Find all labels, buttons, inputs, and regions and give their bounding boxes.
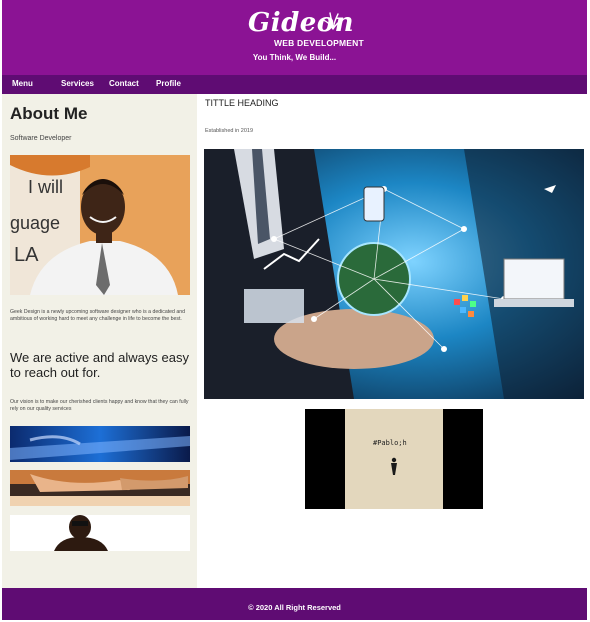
nav-item-contact[interactable]: Contact [109,79,139,88]
hero-image [204,149,584,399]
site-footer: © 2020 All Right Reserved [2,588,587,620]
svg-text:guage: guage [10,213,60,233]
profile-photo: I will guage LA [10,155,190,295]
main-heading: TITTLE HEADING [205,98,279,108]
copyright-text: © 2020 All Right Reserved [248,603,341,612]
video-frame: #Pablo;h [345,409,443,509]
about-title: About Me [10,104,88,123]
person-figure-icon [391,457,397,475]
site-logo[interactable]: Gideon WEB DEVELOPMENT [240,8,364,50]
nav-item-menu[interactable]: Menu [12,79,33,88]
thumbnail-keyboard [10,426,190,462]
about-description: Geek Design is a newly upcoming software… [10,309,186,322]
nav-item-profile[interactable]: Profile [156,79,181,88]
logo-subtitle: WEB DEVELOPMENT [274,38,364,48]
active-statement: We are active and always easy to reach o… [10,350,189,380]
svg-text:I will: I will [28,177,63,197]
vision-statement: Our vision is to make our cherished clie… [10,399,189,412]
page-frame: Gideon WEB DEVELOPMENT You Think, We Bui… [2,0,587,620]
site-tagline: You Think, We Build... [252,53,337,62]
leaf-icon [322,12,344,30]
svg-text:LA: LA [14,244,39,266]
site-header: Gideon WEB DEVELOPMENT You Think, We Bui… [2,0,587,75]
about-sidebar: About Me Software Developer I will guage… [2,94,197,588]
video-embed[interactable]: #Pablo;h [305,409,483,509]
nav-item-services[interactable]: Services [61,79,94,88]
thumbnail-hands [10,470,190,506]
main-nav: Menu Services Contact Profile [2,75,587,94]
established-text: Established in 2019 [205,128,254,134]
about-subtitle: Software Developer [10,135,72,142]
thumbnail-person [10,515,190,551]
video-label: #Pablo;h [373,439,407,447]
